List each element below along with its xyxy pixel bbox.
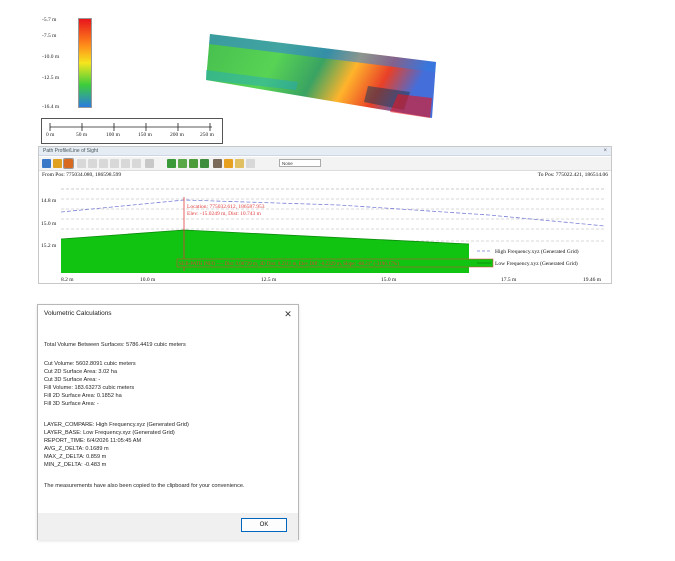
scalebar-ticks bbox=[49, 123, 212, 131]
disabled-tool-icon bbox=[145, 159, 154, 168]
disabled-tool-icon bbox=[121, 159, 130, 168]
profile-toolbar: None bbox=[39, 157, 611, 171]
fill-2d-area: Fill 2D Surface Area: 0.1852 ha bbox=[44, 393, 122, 399]
x-axis-label: 8.2 m bbox=[61, 277, 74, 283]
report-time: REPORT_TIME: 6/4/2026 11:05:45 AM bbox=[44, 438, 142, 444]
y-axis-label: 15.0 m bbox=[41, 221, 57, 227]
chart-tool-icon[interactable] bbox=[178, 159, 187, 168]
fill-volume: Fill Volume: 183.63273 cubic meters bbox=[44, 385, 135, 391]
color-scale-legend: -5.7 m -7.5 m -10.0 m -12.5 m -16.4 m bbox=[40, 12, 100, 116]
high-frequency-line bbox=[60, 199, 606, 227]
scalebar-label: 0 m bbox=[46, 132, 55, 138]
line-of-sight-icon[interactable] bbox=[63, 158, 74, 169]
legend-label: -7.5 m bbox=[42, 33, 57, 39]
disabled-tool-icon bbox=[88, 159, 97, 168]
layer-base: LAYER_BASE: Low Frequency.xyz (Generated… bbox=[44, 430, 175, 436]
color-ramp bbox=[78, 18, 92, 108]
distance-scalebar: 0 m 50 m 100 m 150 m 200 m 250 m bbox=[41, 118, 223, 144]
legend-label: -5.7 m bbox=[42, 17, 57, 23]
chart-tool-icon[interactable] bbox=[200, 159, 209, 168]
disabled-tool-icon bbox=[77, 159, 86, 168]
print-icon[interactable] bbox=[213, 159, 222, 168]
total-volume: Total Volume Between Surfaces: 5786.4419… bbox=[44, 342, 186, 348]
volumetric-dialog: Volumetric Calculations ✕ Total Volume B… bbox=[37, 304, 299, 540]
close-icon[interactable]: ✕ bbox=[282, 308, 294, 320]
scalebar-label: 250 m bbox=[200, 132, 214, 138]
x-axis-label: 15.0 m bbox=[381, 277, 397, 283]
path-profile-window: Path Profile/Line of Sight × None From P… bbox=[38, 146, 612, 284]
profile-close-icon[interactable]: × bbox=[603, 147, 607, 156]
avg-z-delta: AVG_Z_DELTA: 0.1689 m bbox=[44, 446, 109, 452]
dialog-body: Total Volume Between Surfaces: 5786.4419… bbox=[38, 323, 298, 513]
flag-icon[interactable] bbox=[224, 159, 233, 168]
disabled-tool-icon bbox=[132, 159, 141, 168]
cut-volume: Cut Volume: 5602.8091 cubic meters bbox=[44, 361, 136, 367]
profile-tool-icon[interactable] bbox=[42, 159, 51, 168]
legend-high-frequency: High Frequency.xyz (Generated Grid) bbox=[495, 248, 579, 255]
x-axis-label: 10.0 m bbox=[140, 277, 156, 283]
disabled-tool-icon bbox=[99, 159, 108, 168]
chart-tool-icon[interactable] bbox=[167, 159, 176, 168]
cut-2d-area: Cut 2D Surface Area: 3.02 ha bbox=[44, 369, 118, 375]
path-tool-icon[interactable] bbox=[53, 159, 62, 168]
scalebar-label: 100 m bbox=[106, 132, 120, 138]
disabled-tool-icon bbox=[246, 159, 255, 168]
cut-3d-area: Cut 3D Surface Area: - bbox=[44, 377, 101, 383]
settings-icon[interactable] bbox=[235, 159, 244, 168]
x-axis-label: 19.46 m bbox=[583, 277, 602, 283]
scalebar-label: 50 m bbox=[76, 132, 88, 138]
x-axis-label: 17.5 m bbox=[501, 277, 517, 283]
legend-low-frequency: Low Frequency.xyz (Generated Grid) bbox=[495, 260, 578, 267]
legend-label: -10.0 m bbox=[42, 54, 60, 60]
cursor-elevation: Elev: -15.0249 m, Dist: 10.743 m bbox=[187, 211, 262, 217]
layer-compare: LAYER_COMPARE: High Frequency.xyz (Gener… bbox=[44, 422, 189, 428]
profile-chart[interactable]: Location: 775032.612, 186587.953 Elev: -… bbox=[39, 179, 611, 283]
dialog-titlebar: Volumetric Calculations ✕ bbox=[38, 305, 298, 323]
chart-tool-icon[interactable] bbox=[189, 159, 198, 168]
dialog-footer: OK bbox=[38, 513, 298, 540]
to-position: To Pos: 775022.421, 186514.06 bbox=[537, 172, 608, 178]
legend-label: -12.5 m bbox=[42, 75, 60, 81]
from-position: From Pos: 775034.080, 186598.599 bbox=[42, 172, 122, 178]
x-axis-label: 12.5 m bbox=[261, 277, 277, 283]
fill-3d-area: Fill 3D Surface Area: - bbox=[44, 401, 99, 407]
y-axis-label: 15.2 m bbox=[41, 243, 57, 249]
zoom-select[interactable]: None bbox=[279, 159, 321, 167]
profile-titlebar: Path Profile/Line of Sight bbox=[39, 147, 611, 156]
scalebar-label: 150 m bbox=[138, 132, 152, 138]
cursor-location: Location: 775032.612, 186587.953 bbox=[187, 204, 265, 210]
sub-path-info: SUB-PATH INFO ---- Dist: 0.00729 m, 3D D… bbox=[179, 262, 399, 267]
max-z-delta: MAX_Z_DELTA: 0.859 m bbox=[44, 454, 107, 460]
profile-title: Path Profile/Line of Sight bbox=[43, 148, 99, 154]
clipboard-note: The measurements have also been copied t… bbox=[44, 483, 245, 489]
y-axis-label: 14.8 m bbox=[41, 198, 57, 204]
dialog-title: Volumetric Calculations bbox=[44, 310, 112, 317]
ok-button[interactable]: OK bbox=[241, 518, 287, 532]
min-z-delta: MIN_Z_DELTA: -0.483 m bbox=[44, 462, 107, 468]
legend-label: -16.4 m bbox=[42, 104, 60, 110]
disabled-tool-icon bbox=[110, 159, 119, 168]
scalebar-label: 200 m bbox=[170, 132, 184, 138]
